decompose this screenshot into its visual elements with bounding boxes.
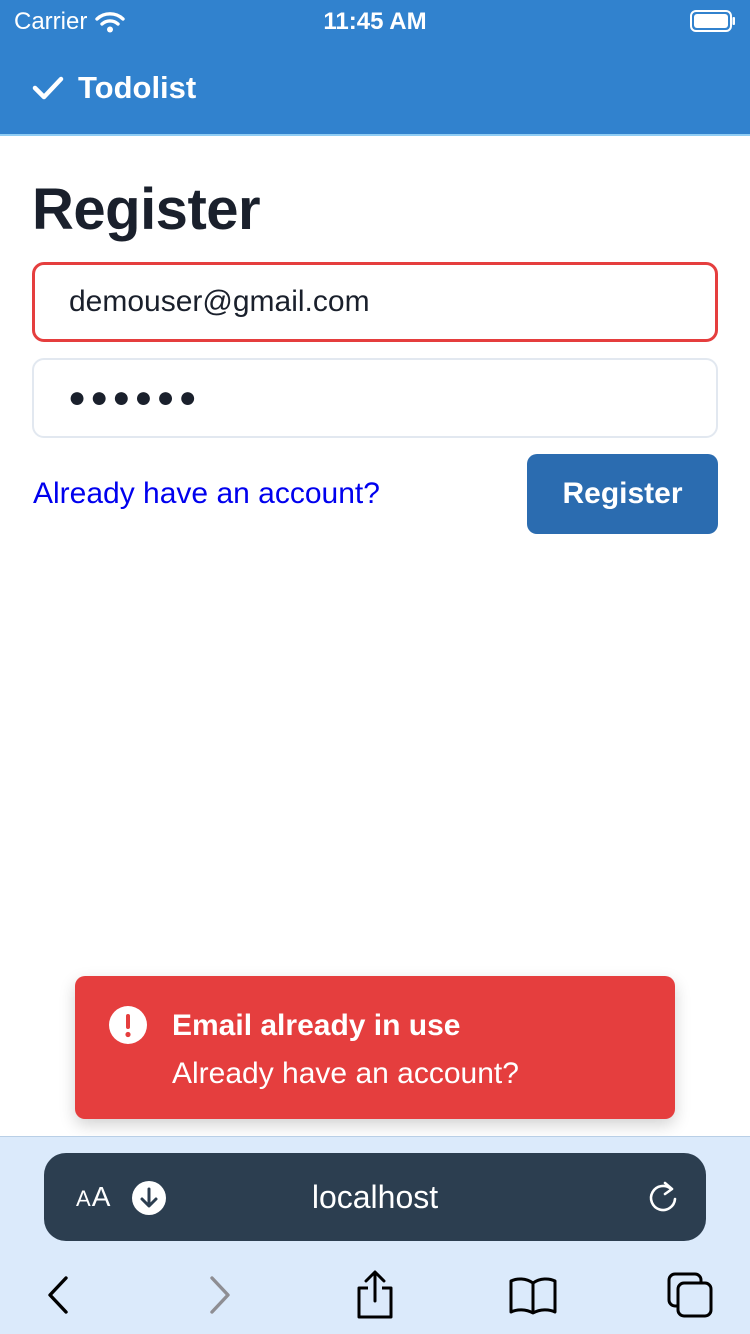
share-icon [357,1270,393,1319]
app-brand-link[interactable]: Todolist [32,70,196,106]
url-text: localhost [311,1179,439,1215]
address-bar[interactable]: AA localhost [44,1153,706,1241]
browser-chrome: AA localhost [0,1136,750,1334]
bookmarks-button[interactable] [503,1267,563,1323]
app-brand-label: Todolist [78,70,197,105]
toast-title: Email already in use [172,1009,461,1042]
toast-description: Already have an account? [172,1057,519,1090]
back-icon [48,1276,68,1314]
forward-button[interactable] [190,1267,250,1323]
error-alert-icon [109,1006,147,1044]
tabs-button[interactable] [660,1267,720,1323]
email-input[interactable]: demouser@gmail.com [32,262,718,342]
forward-icon [210,1276,230,1314]
page-title: Register [32,177,261,242]
clock: 11:45 AM [323,8,427,35]
register-button[interactable]: Register [527,454,718,534]
status-bar: Carrier 11:45 AM [0,0,750,42]
header-divider [0,134,750,136]
battery-icon [690,10,735,32]
check-icon [32,76,64,100]
share-button[interactable] [345,1267,405,1323]
reload-icon[interactable] [646,1179,680,1215]
back-button[interactable] [28,1267,88,1323]
tabs-icon [667,1272,713,1318]
app-header: Todolist [0,42,750,134]
password-input[interactable]: ●●●●●● [32,358,718,438]
error-toast: Email already in use Already have an acc… [75,976,675,1119]
bookmarks-icon [509,1277,557,1315]
login-link[interactable]: Already have an account? [33,477,380,511]
